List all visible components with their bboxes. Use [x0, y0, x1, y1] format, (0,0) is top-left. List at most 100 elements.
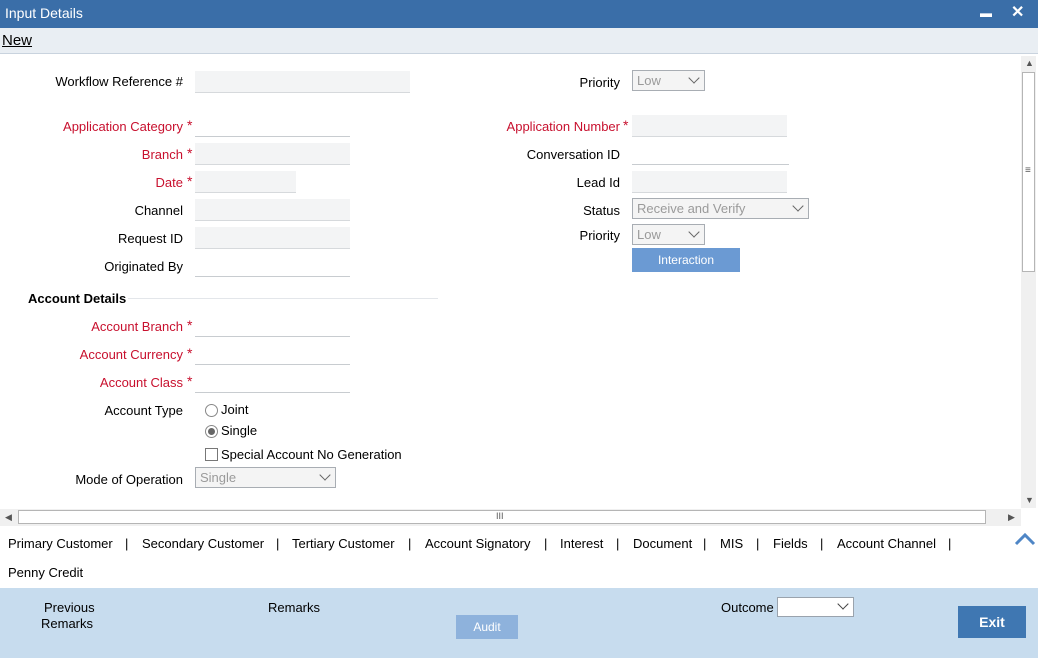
account-type-single-radio[interactable] [205, 425, 218, 438]
chevron-down-icon [837, 598, 849, 610]
grip-icon: ≡ [1025, 165, 1031, 176]
date-field[interactable] [195, 171, 296, 193]
previous-remarks-line1[interactable]: Previous [44, 600, 95, 615]
account-currency-label: Account Currency [79, 347, 183, 362]
title-bar: Input Details ▬ ✕ [0, 0, 1038, 28]
tab-account-signatory[interactable]: Account Signatory [425, 536, 531, 551]
account-branch-field[interactable] [195, 315, 350, 337]
request-id-label: Request ID [117, 231, 183, 246]
window-title: Input Details [5, 5, 83, 21]
new-link[interactable]: New [2, 32, 32, 49]
mode-of-operation-label: Mode of Operation [75, 472, 183, 487]
priority-top-label: Priority [579, 75, 620, 90]
lead-id-field[interactable] [632, 171, 787, 193]
conversation-id-label: Conversation ID [526, 147, 620, 162]
app-number-field[interactable] [632, 115, 787, 137]
minimize-icon[interactable]: ▬ [980, 6, 992, 20]
interaction-button[interactable]: Interaction [632, 248, 740, 272]
chevron-down-icon [688, 72, 700, 84]
exit-button[interactable]: Exit [958, 606, 1026, 638]
special-account-checkbox[interactable] [205, 448, 218, 461]
outcome-select[interactable] [777, 597, 854, 617]
tab-separator: | [544, 536, 548, 551]
account-class-label: Account Class [99, 375, 183, 390]
priority-select[interactable]: Low [632, 224, 705, 245]
tab-separator: | [276, 536, 280, 551]
previous-remarks-line2[interactable]: Remarks [41, 616, 93, 631]
required-star: * [187, 145, 193, 161]
tab-strip: Primary Customer | Secondary Customer | … [0, 530, 1038, 588]
tab-separator: | [756, 536, 760, 551]
required-star: * [187, 317, 193, 333]
account-class-field[interactable] [195, 371, 350, 393]
remarks-link[interactable]: Remarks [268, 600, 320, 615]
request-id-field[interactable] [195, 227, 350, 249]
branch-field[interactable] [195, 143, 350, 165]
collapse-up-icon[interactable] [1014, 532, 1036, 546]
app-number-label: Application Number [506, 119, 620, 134]
grip-icon: III [496, 511, 504, 521]
tab-separator: | [408, 536, 412, 551]
originated-by-field[interactable] [195, 255, 350, 277]
account-type-single-label: Single [221, 423, 258, 438]
required-star: * [187, 117, 193, 133]
date-label: Date [155, 175, 183, 190]
chevron-down-icon [319, 469, 331, 481]
menu-bar: New [0, 28, 1038, 54]
account-type-joint-radio[interactable] [205, 404, 218, 417]
status-value: Receive and Verify [637, 201, 746, 216]
workflow-ref-field[interactable] [195, 71, 410, 93]
conversation-id-field[interactable] [632, 143, 789, 165]
tab-primary-customer[interactable]: Primary Customer [8, 536, 113, 551]
tab-fields[interactable]: Fields [773, 536, 808, 551]
priority-value: Low [637, 227, 661, 242]
tab-separator: | [703, 536, 707, 551]
special-account-label: Special Account No Generation [221, 447, 402, 462]
outcome-label: Outcome [721, 600, 774, 615]
tab-tertiary-customer[interactable]: Tertiary Customer [292, 536, 395, 551]
vertical-scroll-thumb[interactable]: ≡ [1022, 72, 1035, 272]
tab-document[interactable]: Document [633, 536, 692, 551]
required-star: * [187, 345, 193, 361]
audit-button[interactable]: Audit [456, 615, 518, 639]
mode-of-operation-value: Single [200, 470, 237, 485]
account-currency-field[interactable] [195, 343, 350, 365]
section-divider [128, 298, 438, 299]
account-type-label: Account Type [104, 403, 183, 418]
tab-separator: | [820, 536, 824, 551]
channel-label: Channel [134, 203, 183, 218]
tab-mis[interactable]: MIS [720, 536, 743, 551]
tab-interest[interactable]: Interest [560, 536, 603, 551]
tab-penny-credit[interactable]: Penny Credit [8, 565, 83, 580]
footer-panel: Previous Remarks Remarks Outcome [0, 588, 1038, 658]
required-star: * [187, 173, 193, 189]
scroll-down-icon[interactable]: ▼ [1025, 495, 1034, 505]
close-icon[interactable]: ✕ [1011, 2, 1024, 22]
required-star: * [187, 373, 193, 389]
scroll-left-icon[interactable]: ◀ [5, 512, 12, 523]
account-branch-label: Account Branch [91, 319, 183, 334]
tab-separator: | [616, 536, 620, 551]
required-star: * [623, 117, 629, 133]
status-select[interactable]: Receive and Verify [632, 198, 809, 219]
app-category-field[interactable] [195, 115, 350, 137]
channel-field[interactable] [195, 199, 350, 221]
mode-of-operation-select[interactable]: Single [195, 467, 336, 488]
horizontal-scroll-thumb[interactable]: III [18, 510, 986, 524]
status-label: Status [583, 203, 620, 218]
priority-top-select[interactable]: Low [632, 70, 705, 91]
lead-id-label: Lead Id [576, 175, 620, 190]
account-details-heading: Account Details [28, 291, 127, 306]
tab-separator: | [948, 536, 952, 551]
branch-label: Branch [141, 147, 183, 162]
originated-by-label: Originated By [104, 259, 183, 274]
chevron-down-icon [792, 200, 804, 212]
tab-secondary-customer[interactable]: Secondary Customer [142, 536, 264, 551]
workflow-ref-label: Workflow Reference # [55, 74, 183, 89]
scroll-up-icon[interactable]: ▲ [1025, 58, 1034, 68]
tab-separator: | [125, 536, 129, 551]
priority-top-value: Low [637, 73, 661, 88]
scroll-right-icon[interactable]: ▶ [1008, 512, 1015, 523]
tab-account-channel[interactable]: Account Channel [837, 536, 936, 551]
priority-label: Priority [579, 228, 620, 243]
